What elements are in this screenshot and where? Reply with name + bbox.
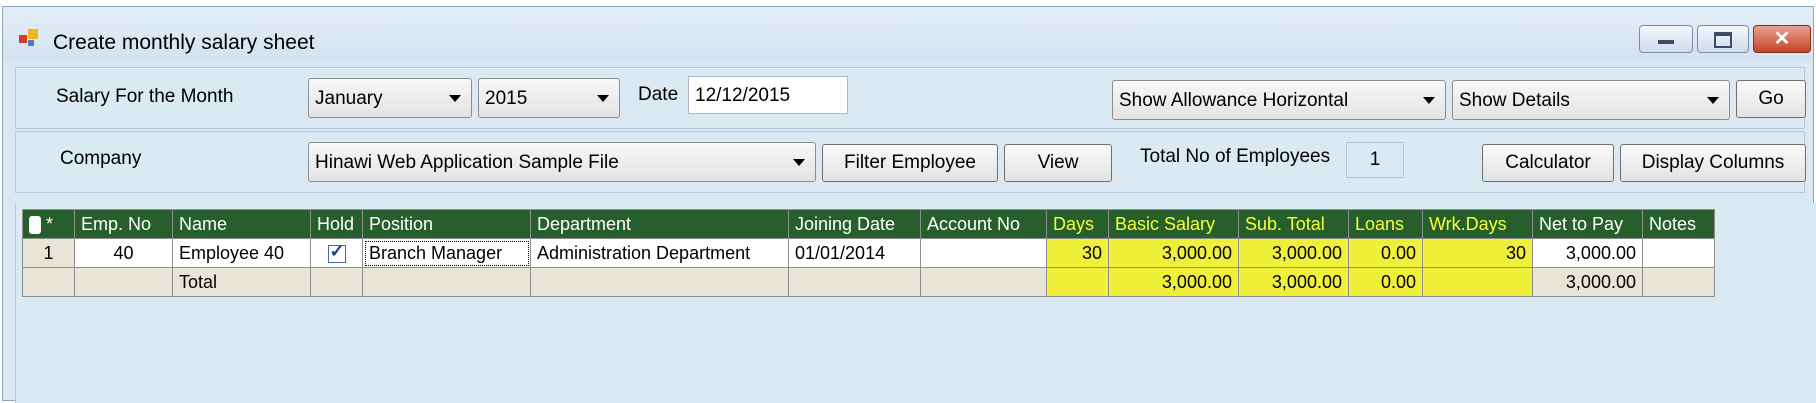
new-row-star: * [46, 213, 54, 234]
chevron-down-icon [1423, 97, 1435, 104]
total-days [1046, 267, 1109, 297]
row-selector-icon [29, 215, 41, 234]
total-employees-label: Total No of Employees [1140, 146, 1331, 167]
total-label: Total [172, 267, 311, 297]
minimize-button[interactable] [1639, 25, 1693, 53]
cell-position[interactable]: Branch Manager [362, 238, 531, 268]
date-field[interactable]: 12/12/2015 [688, 76, 848, 114]
grid-header-row: * Emp. No Name Hold Position Department … [22, 209, 1715, 239]
month-value: January [315, 88, 383, 109]
total-notes [1642, 267, 1715, 297]
cell-loans[interactable]: 0.00 [1348, 238, 1423, 268]
total-loans: 0.00 [1348, 267, 1423, 297]
cell-name[interactable]: Employee 40 [172, 238, 311, 268]
cell-emp-no[interactable]: 40 [74, 238, 173, 268]
total-hold [310, 267, 363, 297]
details-view-select[interactable]: Show Details [1452, 80, 1730, 120]
col-sub-total[interactable]: Sub. Total [1238, 209, 1349, 239]
total-department [530, 267, 789, 297]
maximize-icon [1698, 26, 1748, 52]
close-icon: ✕ [1773, 28, 1791, 50]
view-button[interactable]: View [1004, 144, 1112, 182]
col-days[interactable]: Days [1046, 209, 1109, 239]
app-icon [19, 29, 38, 46]
company-filter-panel: Company Hinawi Web Application Sample Fi… [15, 131, 1806, 193]
col-account-no[interactable]: Account No [920, 209, 1047, 239]
year-select[interactable]: 2015 [478, 78, 620, 118]
col-wrk-days[interactable]: Wrk.Days [1422, 209, 1533, 239]
row-number[interactable]: 1 [22, 238, 75, 268]
cell-hold[interactable] [310, 238, 363, 268]
col-notes[interactable]: Notes [1642, 209, 1715, 239]
salary-sheet-window: Create monthly salary sheet ✕ Salary For… [2, 6, 1816, 403]
cell-net-to-pay[interactable]: 3,000.00 [1532, 238, 1643, 268]
total-row: Total 3,000.00 3,000.00 0.00 3,000.00 [22, 267, 1715, 297]
cell-basic-salary[interactable]: 3,000.00 [1108, 238, 1239, 268]
select-all-header[interactable]: * [22, 209, 75, 239]
total-row-header [22, 267, 75, 297]
display-columns-button[interactable]: Display Columns [1620, 144, 1806, 182]
total-position [362, 267, 531, 297]
chevron-down-icon [597, 95, 609, 102]
month-select[interactable]: January [308, 78, 472, 118]
total-emp-no [74, 267, 173, 297]
col-basic-salary[interactable]: Basic Salary [1108, 209, 1239, 239]
salary-grid-area: * Emp. No Name Hold Position Department … [15, 203, 1816, 403]
col-net-to-pay[interactable]: Net to Pay [1532, 209, 1643, 239]
go-button[interactable]: Go [1736, 80, 1806, 118]
date-label: Date [638, 84, 679, 105]
salary-grid: * Emp. No Name Hold Position Department … [22, 209, 1715, 297]
total-wrk-days [1422, 267, 1533, 297]
allowance-view-value: Show Allowance Horizontal [1119, 90, 1349, 111]
window-title: Create monthly salary sheet [53, 31, 315, 54]
table-row[interactable]: 1 40 Employee 40 Branch Manager Administ… [22, 238, 1715, 268]
filter-employee-button[interactable]: Filter Employee [822, 144, 998, 182]
date-value: 12/12/2015 [695, 85, 791, 106]
cell-days[interactable]: 30 [1046, 238, 1109, 268]
close-button[interactable]: ✕ [1753, 25, 1811, 53]
col-hold[interactable]: Hold [310, 209, 363, 239]
total-net-to-pay: 3,000.00 [1532, 267, 1643, 297]
cell-joining-date[interactable]: 01/01/2014 [788, 238, 921, 268]
cell-sub-total[interactable]: 3,000.00 [1238, 238, 1349, 268]
total-joining-date [788, 267, 921, 297]
col-department[interactable]: Department [530, 209, 789, 239]
allowance-view-select[interactable]: Show Allowance Horizontal [1112, 80, 1446, 120]
col-emp-no[interactable]: Emp. No [74, 209, 173, 239]
total-sub-total: 3,000.00 [1238, 267, 1349, 297]
minimize-icon [1640, 26, 1692, 52]
total-account-no [920, 267, 1047, 297]
cell-wrk-days[interactable]: 30 [1422, 238, 1533, 268]
year-value: 2015 [485, 88, 528, 109]
chevron-down-icon [1707, 97, 1719, 104]
hold-checkbox[interactable] [327, 241, 346, 263]
chevron-down-icon [449, 95, 461, 102]
total-basic-salary: 3,000.00 [1108, 267, 1239, 297]
company-label: Company [60, 148, 142, 169]
details-view-value: Show Details [1459, 90, 1570, 111]
total-employees-count: 1 [1346, 142, 1404, 178]
cell-department[interactable]: Administration Department [530, 238, 789, 268]
col-position[interactable]: Position [362, 209, 531, 239]
salary-month-label: Salary For the Month [56, 86, 234, 107]
col-loans[interactable]: Loans [1348, 209, 1423, 239]
title-bar[interactable]: Create monthly salary sheet ✕ [3, 7, 1813, 61]
chevron-down-icon [793, 159, 805, 166]
cell-account-no[interactable] [920, 238, 1047, 268]
cell-notes[interactable] [1642, 238, 1715, 268]
col-name[interactable]: Name [172, 209, 311, 239]
month-filter-panel: Salary For the Month January 2015 Date 1… [15, 67, 1806, 129]
col-joining-date[interactable]: Joining Date [788, 209, 921, 239]
company-select[interactable]: Hinawi Web Application Sample File [308, 142, 816, 182]
maximize-button[interactable] [1697, 25, 1749, 53]
company-value: Hinawi Web Application Sample File [315, 152, 619, 173]
calculator-button[interactable]: Calculator [1482, 144, 1614, 182]
